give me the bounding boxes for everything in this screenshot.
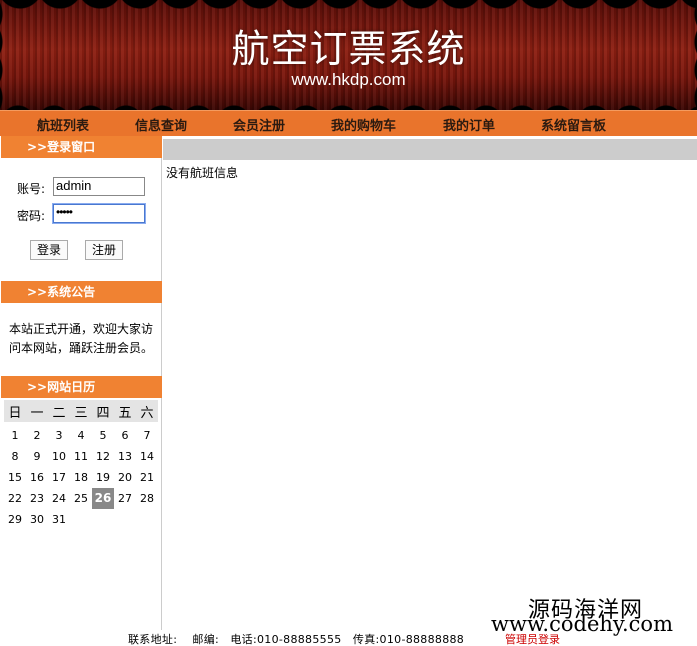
register-button[interactable]: 注册	[85, 240, 124, 260]
calendar-day[interactable]: 28	[136, 488, 158, 509]
notice-text: 本站正式开通，欢迎大家访问本网站，踊跃注册会员。	[9, 322, 154, 355]
notice-header: >>系统公告	[1, 281, 162, 303]
calendar-day[interactable]: 24	[48, 488, 70, 509]
login-header: >>登录窗口	[1, 136, 162, 158]
calendar-day[interactable]: 19	[92, 467, 114, 488]
calendar-day[interactable]: 3	[48, 425, 70, 446]
calendar-day[interactable]: 20	[114, 467, 136, 488]
password-row: 密码: •••••	[1, 204, 162, 224]
calendar-day[interactable]: 15	[4, 467, 26, 488]
calendar: 日 一 二 三 四 五 六 1 2 3 4 5 6 7 8 9 10 11 12 13 14 15 16 17 1…	[4, 400, 158, 530]
calendar-day[interactable]: 8	[4, 446, 26, 467]
calendar-day[interactable]: 16	[26, 467, 48, 488]
main-nav: 航班列表 信息查询 会员注册 我的购物车 我的订单 系统留言板	[0, 110, 697, 136]
calendar-day[interactable]: 7	[136, 425, 158, 446]
calendar-day[interactable]: 23	[26, 488, 48, 509]
nav-info-query[interactable]: 信息查询	[135, 115, 187, 134]
sidebar: >>登录窗口 账号: admin 密码: ••••• 登录 注册 >>系统公告 …	[1, 136, 162, 630]
calendar-day[interactable]: 21	[136, 467, 158, 488]
site-title: 航空订票系统	[231, 27, 466, 71]
calendar-day[interactable]: 29	[4, 509, 26, 530]
nav-message-board[interactable]: 系统留言板	[541, 115, 606, 134]
weekday-label: 三	[74, 405, 88, 421]
calendar-day[interactable]: 9	[26, 446, 48, 467]
calendar-day[interactable]: 5	[92, 425, 114, 446]
curtain-decoration	[0, 94, 697, 110]
calendar-day[interactable]: 30	[26, 509, 48, 530]
calendar-days: 1 2 3 4 5 6 7 8 9 10 11 12 13 14 15 16 17 18 19 20 21 22 23 24 2…	[4, 425, 158, 530]
calendar-day[interactable]: 1	[4, 425, 26, 446]
nav-flight-list[interactable]: 航班列表	[37, 115, 89, 134]
calendar-day[interactable]: 17	[48, 467, 70, 488]
calendar-weekdays: 日 一 二 三 四 五 六	[4, 400, 158, 422]
weekday-label: 二	[52, 405, 66, 421]
weekday-label: 四	[96, 405, 110, 421]
calendar-day[interactable]: 6	[114, 425, 136, 446]
calendar-day[interactable]: 22	[4, 488, 26, 509]
nav-my-orders[interactable]: 我的订单	[443, 115, 495, 134]
password-label: 密码:	[17, 209, 46, 223]
calendar-day[interactable]: 4	[70, 425, 92, 446]
site-banner: 航空订票系统 www.hkdp.com	[0, 0, 697, 110]
login-button[interactable]: 登录	[30, 240, 69, 260]
account-input[interactable]: admin	[53, 177, 145, 196]
calendar-day[interactable]: 25	[70, 488, 92, 509]
account-row: 账号: admin	[1, 177, 162, 197]
calendar-day[interactable]: 2	[26, 425, 48, 446]
calendar-day[interactable]: 12	[92, 446, 114, 467]
weekday-label: 六	[140, 405, 154, 421]
curtain-decoration	[0, 0, 697, 20]
calendar-day[interactable]: 31	[48, 509, 70, 530]
weekday-label: 五	[118, 405, 132, 421]
main-content: 没有航班信息	[163, 136, 697, 630]
content-header-bar	[163, 139, 697, 160]
weekday-label: 一	[30, 405, 44, 421]
account-label: 账号:	[17, 182, 46, 196]
calendar-day[interactable]: 10	[48, 446, 70, 467]
weekday-label: 日	[8, 405, 22, 421]
nav-shopping-cart[interactable]: 我的购物车	[331, 115, 396, 134]
calendar-day[interactable]: 11	[70, 446, 92, 467]
calendar-day[interactable]: 13	[114, 446, 136, 467]
footer-contact: 联系地址: 邮编: 电话:010-88885555 传真:010-8888888…	[128, 633, 465, 646]
password-input[interactable]: •••••	[53, 204, 145, 223]
site-url: www.hkdp.com	[291, 70, 406, 89]
watermark-url: www.codehy.com	[491, 612, 673, 636]
nav-member-register[interactable]: 会员注册	[233, 115, 285, 134]
calendar-header: >>网站日历	[1, 376, 162, 398]
calendar-day[interactable]: 27	[114, 488, 136, 509]
calendar-day[interactable]: 18	[70, 467, 92, 488]
calendar-day-today[interactable]: 26	[92, 488, 114, 509]
calendar-day[interactable]: 14	[136, 446, 158, 467]
empty-flights-message: 没有航班信息	[166, 166, 239, 180]
